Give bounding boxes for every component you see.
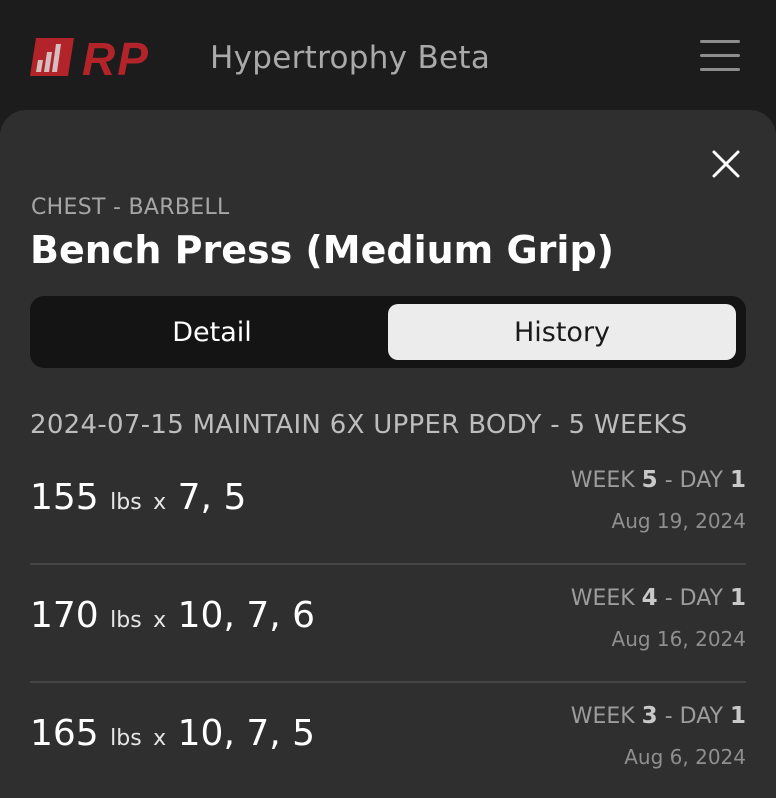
weight-value: 170 [30,595,99,636]
weight-unit: lbs [110,726,142,751]
exercise-title: Bench Press (Medium Grip) [30,228,615,272]
mesocycle-title: 2024-07-15 MAINTAIN 6X UPPER BODY - 5 WE… [30,410,688,440]
set-summary: 170 lbs x 10, 7, 6 [30,595,315,636]
reps-values: 7, 5 [177,477,247,518]
set-summary: 155 lbs x 7, 5 [30,477,246,518]
rp-logo[interactable]: RP [30,33,180,85]
weight-unit: lbs [110,608,142,633]
reps-values: 10, 7, 6 [177,595,316,636]
week-day-label: WEEK 4 - DAY 1 [570,585,746,611]
set-summary: 165 lbs x 10, 7, 5 [30,713,315,754]
svg-text:RP: RP [82,36,150,80]
hamburger-menu-icon[interactable] [700,40,742,72]
reps-values: 10, 7, 5 [177,713,316,754]
week-day-label: WEEK 3 - DAY 1 [570,703,746,729]
history-entry[interactable]: 155 lbs x 7, 5 WEEK 5 - DAY 1 Aug 19, 20… [30,447,746,565]
tab-switcher: Detail History [30,296,746,368]
entry-date: Aug 6, 2024 [624,745,746,769]
weight-value: 165 [30,713,99,754]
logo-bars-icon [30,38,74,76]
entry-date: Aug 16, 2024 [611,627,746,651]
weight-value: 155 [30,477,99,518]
top-bar: RP Hypertrophy Beta [0,0,776,118]
history-entry[interactable]: 165 lbs x 10, 7, 5 WEEK 3 - DAY 1 Aug 6,… [30,683,746,798]
close-icon[interactable] [708,146,744,182]
tab-history[interactable]: History [388,304,736,360]
times-symbol: x [153,490,167,515]
tab-detail[interactable]: Detail [38,304,386,360]
app-title: Hypertrophy Beta [210,40,491,76]
history-entry[interactable]: 170 lbs x 10, 7, 6 WEEK 4 - DAY 1 Aug 16… [30,565,746,683]
times-symbol: x [153,726,167,751]
week-day-label: WEEK 5 - DAY 1 [570,467,746,493]
times-symbol: x [153,608,167,633]
weight-unit: lbs [110,490,142,515]
exercise-category: CHEST - BARBELL [31,195,230,220]
entry-date: Aug 19, 2024 [611,509,746,533]
